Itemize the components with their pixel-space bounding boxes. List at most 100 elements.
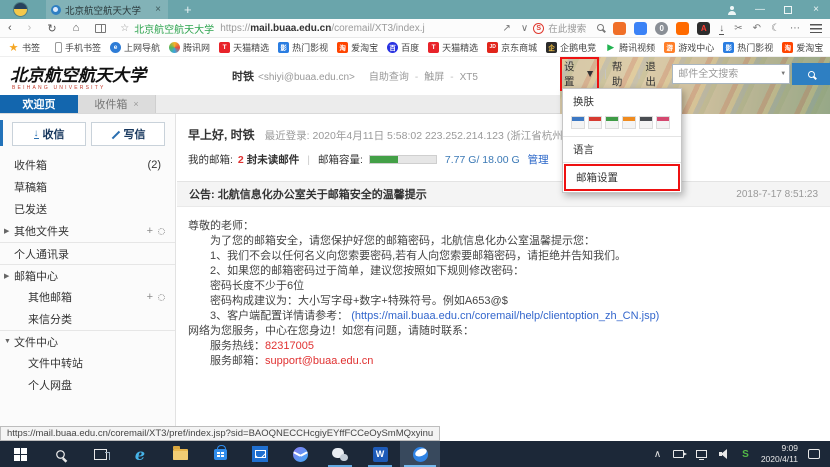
skin-swatch-pink[interactable] [656,116,670,129]
help-link[interactable]: 帮助 [612,59,633,89]
start-button[interactable] [0,441,40,467]
task-view-button[interactable] [80,441,120,467]
mail-search-button[interactable] [792,63,830,85]
menu-item-skin[interactable]: 换肤 [563,89,681,114]
volume-icon[interactable] [713,449,736,459]
maximize-button[interactable] [774,0,802,19]
sidebar-item-inbox[interactable]: 收件箱(2) [0,154,175,176]
bookmark-item[interactable]: T天猫精选 [219,41,269,54]
bookmark-item[interactable]: 企企鹅电竞 [546,41,596,54]
bookmark-item[interactable]: 淘爱淘宝 [782,41,823,54]
skin-swatch-orange[interactable] [622,116,636,129]
nav-touch-version[interactable]: 触屏 [424,72,444,83]
store-app-button[interactable] [200,441,240,467]
sidebar-item-sent[interactable]: 已发送 [0,198,175,220]
pdf-extension-icon[interactable]: A [697,22,710,35]
tab-welcome[interactable]: 欢迎页 [0,95,78,113]
bookmark-item[interactable]: ▶腾讯视频 [605,41,655,54]
unread-count[interactable]: 2 [238,154,244,166]
menu-item-mailbox-settings[interactable]: 邮箱设置 [564,164,680,191]
search-icon[interactable] [592,23,609,34]
sidebar-item-file-transfer[interactable]: 文件中转站 [0,352,175,374]
favorite-star-icon[interactable]: ☆ [120,23,129,34]
bookmark-item[interactable]: 腾讯网 [169,41,210,54]
sidebar-item-other-accounts[interactable]: 其他邮箱+ [0,286,175,308]
gear-icon[interactable] [158,228,165,235]
bookmark-item[interactable]: 游游戏中心 [664,41,714,54]
undo-icon[interactable]: ↶ [748,23,766,34]
search-dropdown-icon[interactable]: ▼ [780,71,786,77]
close-button[interactable]: × [802,0,830,19]
tab-inbox[interactable]: 收件箱× [78,95,156,113]
bookmark-item[interactable]: 影热门影视 [723,41,773,54]
nav-self-query[interactable]: 自助查询 [369,72,409,83]
bookmark-item[interactable]: 手机书签 [55,41,101,54]
compose-mail-button[interactable]: 写信 [91,122,165,146]
file-explorer-button[interactable] [160,441,200,467]
url-field[interactable]: ☆ 北京航空航天大学 https://mail.buaa.edu.cn/core… [120,21,425,36]
profile-avatar[interactable] [13,2,28,17]
add-folder-icon[interactable]: + [147,225,153,237]
taskbar-search-button[interactable] [40,441,80,467]
refresh-icon[interactable]: ↻ [39,22,64,35]
mail-app-button[interactable] [240,441,280,467]
bookmark-item[interactable]: 淘爱淘宝 [337,41,378,54]
client-config-link[interactable]: (https://mail.buaa.edu.cn/coremail/help/… [351,310,659,322]
bookmark-item[interactable]: 影热门影视 [278,41,328,54]
wechat-app-button[interactable] [320,441,360,467]
minimize-button[interactable]: — [746,0,774,19]
unread-label[interactable]: 封未读邮件 [247,152,300,167]
sogou-search-icon[interactable]: S [533,23,544,34]
scissors-icon[interactable]: ✂ [729,23,747,34]
tray-chevron-icon[interactable]: ∧ [648,449,667,460]
network-icon[interactable] [690,450,713,458]
camera-device-icon[interactable] [667,450,690,458]
adblock-extension-icon[interactable]: 0 [655,22,668,35]
tab-close-icon[interactable]: × [153,4,163,15]
plane-extension-icon[interactable] [634,22,647,35]
reading-mode-icon[interactable] [95,24,106,33]
page-search-label[interactable]: 在此搜索 [548,21,586,35]
menu-item-language[interactable]: 语言 [563,137,681,162]
sidebar-item-other-folders[interactable]: ▶其他文件夹+ [0,220,175,242]
support-email[interactable]: support@buaa.edu.cn [265,355,373,367]
menu-icon[interactable] [810,24,822,33]
forward-icon[interactable]: › [20,22,40,34]
bookmark-item[interactable]: e上网导航 [110,41,160,54]
mail-search-input[interactable] [672,64,790,84]
sidebar-item-mail-center[interactable]: ▶邮箱中心 [0,264,175,286]
sidebar-item-incoming-rules[interactable]: 来信分类 [0,308,175,330]
add-account-icon[interactable]: + [147,291,153,303]
sidebar-item-personal-drive[interactable]: 个人网盘 [0,374,175,396]
shopping-extension-icon[interactable] [676,22,689,35]
browser-app-button[interactable] [400,441,440,467]
bookmark-item[interactable]: JD京东商城 [487,41,537,54]
settings-button[interactable]: 设置 [564,59,585,89]
manage-link[interactable]: 管理 [528,152,549,167]
bookmark-item[interactable]: ★书签 [8,41,40,54]
action-center-icon[interactable] [808,449,820,459]
share-icon[interactable]: ↗ [498,23,516,34]
night-mode-icon[interactable]: ☾ [766,23,785,34]
nav-xt5[interactable]: XT5 [460,72,478,83]
gear-icon[interactable] [158,294,165,301]
skin-swatch-blue[interactable] [571,116,585,129]
word-app-button[interactable]: W [360,441,400,467]
edge-app-button[interactable]: e [120,441,160,467]
tab-close-icon[interactable]: × [133,99,138,109]
download-icon[interactable]: ↓ [714,23,729,34]
game-extension-icon[interactable] [613,22,626,35]
home-icon[interactable]: ⌂ [65,22,88,34]
skin-swatch-green[interactable] [605,116,619,129]
more-icon[interactable]: ⋯ [785,23,805,34]
back-icon[interactable]: ‹ [0,22,20,34]
thunder-app-button[interactable] [280,441,320,467]
bookmark-item[interactable]: T天猫精选 [428,41,478,54]
sidebar-item-drafts[interactable]: 草稿箱 [0,176,175,198]
logout-link[interactable]: 退出 [645,59,666,89]
caret-down-icon[interactable]: ∨ [516,23,533,34]
sidebar-item-file-center[interactable]: ▼文件中心 [0,330,175,352]
chevron-down-icon[interactable]: ▼ [4,338,11,345]
browser-tab[interactable]: 北京航空航天大学 × [46,0,168,19]
sidebar-item-contacts[interactable]: 个人通讯录 [0,242,175,264]
